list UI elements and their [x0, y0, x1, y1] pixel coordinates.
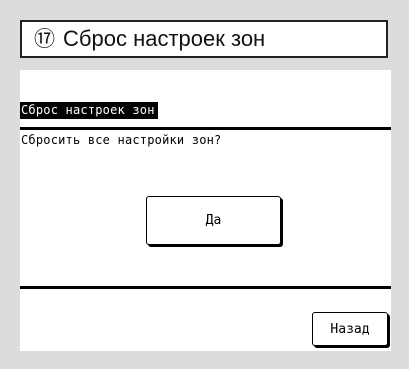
device-screen: Сброс настроек зон Сбросить все настройк…	[20, 70, 391, 351]
title-text: Сброс настроек зон	[63, 26, 266, 51]
screen-header: Сброс настроек зон	[20, 102, 158, 119]
step-number: ⑰	[34, 27, 55, 51]
yes-button[interactable]: Да	[146, 196, 281, 245]
confirmation-question: Сбросить все настройки зон?	[21, 133, 222, 147]
back-button[interactable]: Назад	[312, 312, 388, 346]
page-title: ⑰ Сброс настроек зон	[20, 20, 388, 58]
header-divider	[20, 127, 391, 130]
footer-divider	[20, 286, 391, 289]
